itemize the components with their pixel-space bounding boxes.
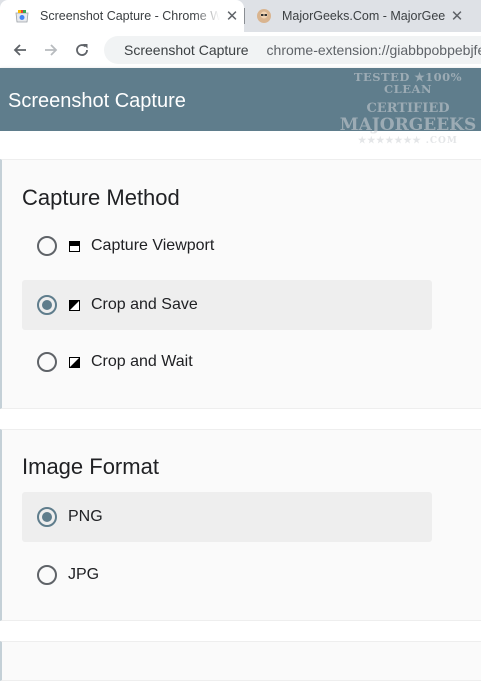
option-png[interactable]: PNG xyxy=(22,492,432,542)
reload-button[interactable] xyxy=(71,39,93,61)
tab-close-icon[interactable]: ✕ xyxy=(445,7,469,25)
section-title: Image Format xyxy=(22,454,159,479)
tab-title: Screenshot Capture - Chrome Web Store xyxy=(40,9,220,23)
radio-button[interactable] xyxy=(37,352,57,372)
crop-save-icon xyxy=(69,299,80,311)
url-text: chrome-extension://giabbpobpebjfegnpcclk… xyxy=(266,42,481,58)
next-section xyxy=(0,641,481,681)
option-label: Crop and Wait xyxy=(91,353,193,370)
radio-button[interactable] xyxy=(37,236,57,256)
radio-selected-dot xyxy=(42,512,52,522)
back-button[interactable] xyxy=(9,39,31,61)
reload-icon xyxy=(76,44,88,56)
radio-button[interactable] xyxy=(37,507,57,527)
tab-close-icon[interactable]: ✕ xyxy=(220,7,244,25)
tab-chrome-web-store[interactable]: Screenshot Capture - Chrome Web Store ✕ xyxy=(0,0,244,32)
extension-header: Screenshot Capture xyxy=(0,68,481,131)
viewport-icon xyxy=(69,240,80,252)
tab-majorgeeks[interactable]: MajorGeeks.Com - MajorGeeks ✕ xyxy=(248,0,481,32)
option-label: Capture Viewport xyxy=(91,237,215,254)
option-label: PNG xyxy=(68,508,103,525)
site-name: Screenshot Capture xyxy=(124,42,249,58)
browser-toolbar: Screenshot Capture chrome-extension://gi… xyxy=(0,32,481,68)
browser-tab-strip: Screenshot Capture - Chrome Web Store ✕ … xyxy=(0,0,481,32)
capture-method-section: Capture Method Capture Viewport Crop and… xyxy=(0,159,481,409)
chrome-web-store-icon xyxy=(15,10,29,23)
tab-title: MajorGeeks.Com - MajorGeeks xyxy=(282,9,445,23)
tab-separator xyxy=(244,8,245,24)
section-title: Capture Method xyxy=(22,185,180,210)
image-format-section: Image Format PNG JPG xyxy=(0,429,481,621)
option-crop-and-wait[interactable]: Crop and Wait xyxy=(22,337,432,387)
back-arrow-icon xyxy=(13,44,26,56)
forward-arrow-icon xyxy=(45,44,58,56)
radio-selected-dot xyxy=(42,300,52,310)
address-bar[interactable]: Screenshot Capture chrome-extension://gi… xyxy=(104,36,481,64)
forward-button[interactable] xyxy=(40,39,62,61)
option-crop-and-save[interactable]: Crop and Save xyxy=(22,280,432,330)
options-content: Capture Method Capture Viewport Crop and… xyxy=(0,131,481,681)
option-capture-viewport[interactable]: Capture Viewport xyxy=(22,221,432,271)
crop-wait-icon xyxy=(69,356,80,368)
radio-button[interactable] xyxy=(37,295,57,315)
radio-button[interactable] xyxy=(37,565,57,585)
option-label: Crop and Save xyxy=(91,296,198,313)
option-label: JPG xyxy=(68,566,100,583)
page-title: Screenshot Capture xyxy=(8,90,186,112)
majorgeeks-icon xyxy=(257,9,271,23)
option-jpg[interactable]: JPG xyxy=(22,550,432,600)
